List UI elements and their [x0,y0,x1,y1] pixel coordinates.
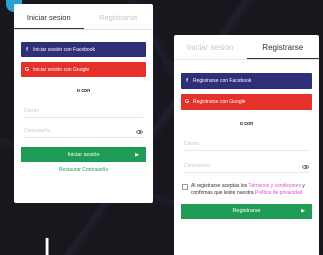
google-register-label: Registrarse con Google [193,99,246,105]
register-submit-button[interactable]: Registrarse ▶ [181,203,312,219]
email-placeholder: Correo [24,108,40,114]
facebook-register-button[interactable]: f Registrarse con Facebook [181,73,312,89]
facebook-icon: f [186,78,188,84]
divider-text: o con [76,88,91,94]
login-submit-button[interactable]: Iniciar sesión ▶ [21,147,146,162]
google-icon: G [184,99,190,105]
register-card: Iniciar sesion Registrarse f Registrarse… [174,35,319,255]
play-arrow-icon: ▶ [301,208,305,214]
google-register-button[interactable]: G Registrarse con Google [181,94,312,110]
terms-text: Al registrarse aceptas los Términos y co… [191,183,311,198]
password-field[interactable]: Contraseña [184,157,309,173]
google-icon: G [24,66,30,73]
eye-icon[interactable] [302,165,309,169]
tab-login[interactable]: Iniciar sesion [14,4,84,29]
email-field[interactable]: Correo [184,135,309,151]
terms-consent: Al registrarse aceptas los Términos y co… [182,183,311,198]
tab-register[interactable]: Registrarse [246,35,319,59]
google-login-label: Iniciar sesión con Google [33,66,90,73]
password-field[interactable]: Contraseña [24,122,143,138]
play-arrow-icon: ▶ [135,151,139,158]
login-submit-label: Iniciar sesión [67,151,100,158]
register-tabs: Iniciar sesion Registrarse [174,35,319,60]
decorative-glyph: | [44,234,51,255]
facebook-icon: f [26,46,28,53]
terms-prefix: Al registrarse aceptas los [191,183,249,189]
password-placeholder: Contraseña [24,128,50,134]
email-field[interactable]: Correo [24,102,143,118]
eye-icon[interactable] [136,130,143,134]
email-placeholder: Correo [184,141,200,147]
login-card: Iniciar sesion Registrarse f Iniciar ses… [14,4,153,203]
tab-login[interactable]: Iniciar sesion [174,35,247,59]
divider-text: o con [239,121,254,127]
terms-link[interactable]: Términos y condiciones [248,183,301,189]
login-tabs: Iniciar sesion Registrarse [14,4,153,30]
google-login-button[interactable]: G Iniciar sesión con Google [21,62,146,77]
register-submit-label: Registrarse [232,208,261,214]
facebook-login-label: Iniciar sesión con Facebook [33,46,95,53]
terms-checkbox[interactable] [182,184,188,190]
tab-register[interactable]: Registrarse [84,4,154,29]
facebook-register-label: Registrarse con Facebook [193,78,252,84]
facebook-login-button[interactable]: f Iniciar sesión con Facebook [21,42,146,57]
password-placeholder: Contraseña [184,163,210,169]
privacy-link[interactable]: Política de privacidad [255,190,303,196]
forgot-password-link[interactable]: Restaurar Contraseña [14,167,153,173]
